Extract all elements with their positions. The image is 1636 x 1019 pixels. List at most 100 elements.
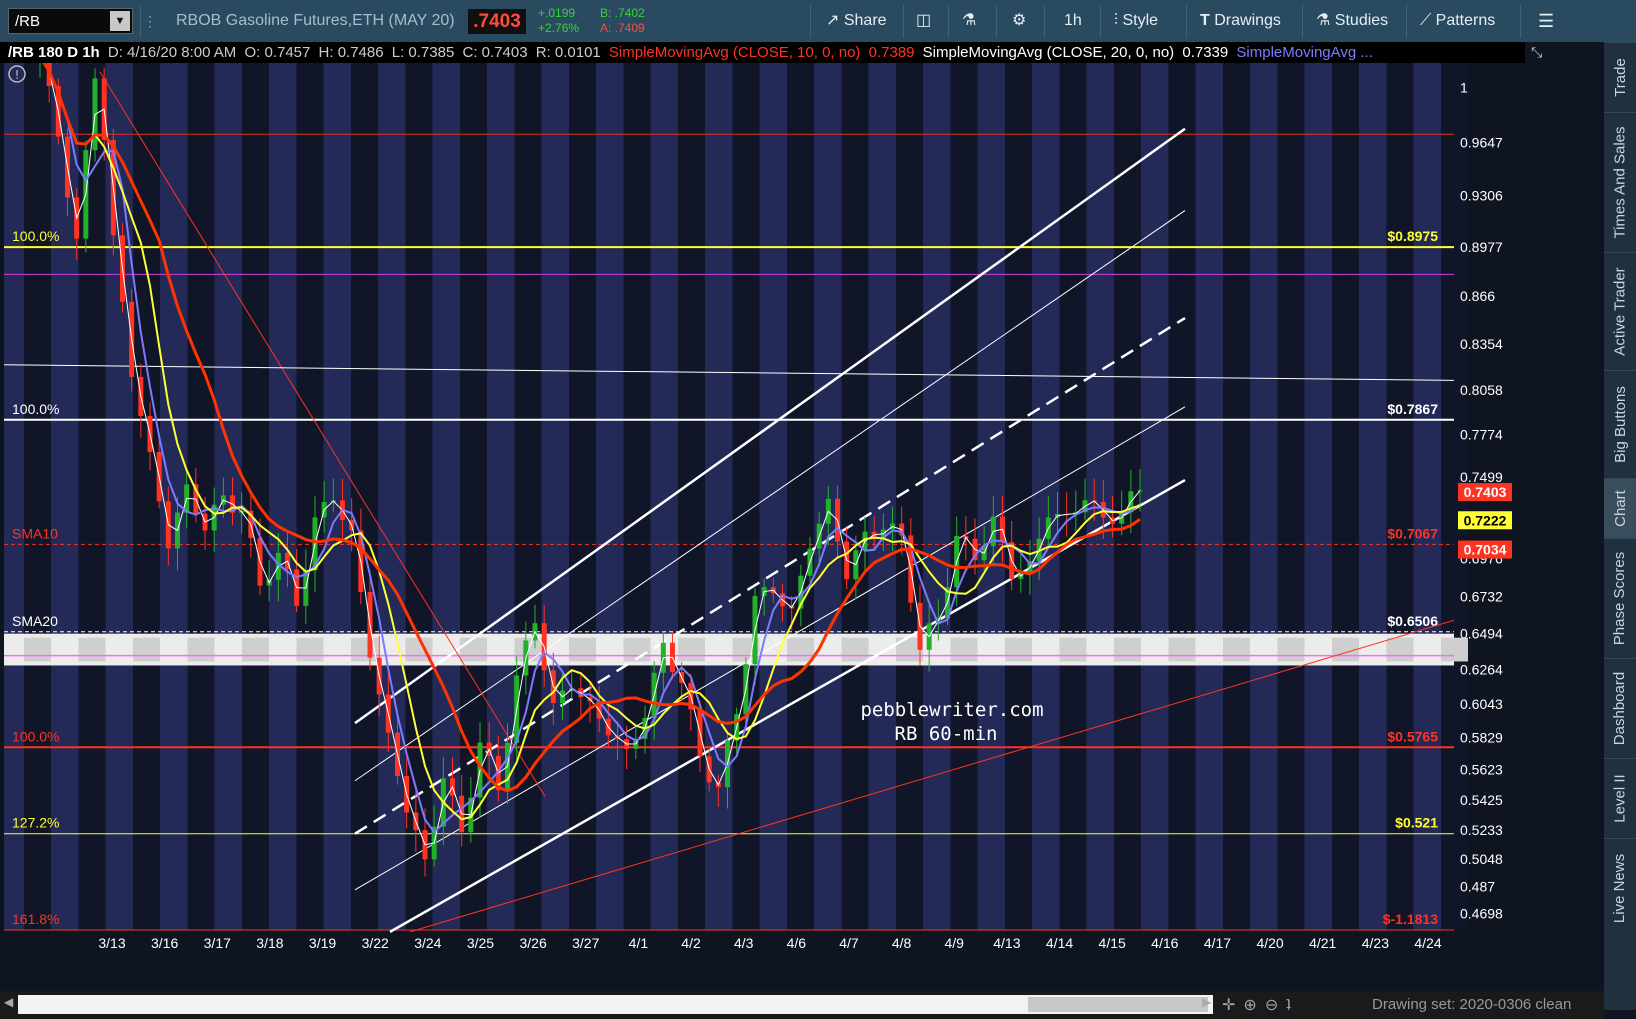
support-band-block: [569, 637, 596, 662]
y-tick-label: 0.8354: [1460, 336, 1503, 352]
session-stripe: [1059, 63, 1087, 930]
sidebar-item-level-ii[interactable]: Level II: [1604, 758, 1636, 838]
drawings-button[interactable]: T Drawings: [1200, 8, 1281, 34]
level-price: $0.5765: [1387, 728, 1438, 744]
x-tick-label: 4/21: [1309, 935, 1336, 951]
level-price: $0.521: [1395, 815, 1438, 831]
symbol-input[interactable]: /RB ▼: [8, 8, 133, 34]
y-tick-label: 1: [1460, 79, 1468, 95]
sidebar-item-live-news[interactable]: Live News: [1604, 838, 1636, 938]
menu-button[interactable]: ☰: [1538, 8, 1554, 34]
studies-label: Studies: [1334, 12, 1389, 29]
sidebar-item-dashboard[interactable]: Dashboard: [1604, 658, 1636, 758]
watermark-line-1: pebblewriter.com: [860, 699, 1043, 721]
support-band: [4, 633, 1468, 666]
sidebar-label: Times And Sales: [1611, 126, 1629, 239]
price-badge-label: 0.7034: [1464, 542, 1507, 558]
toolbar-separator: [903, 4, 904, 38]
svg-text:!: !: [15, 68, 20, 82]
x-tick-label: 3/27: [572, 935, 599, 951]
x-tick-label: 3/17: [204, 935, 231, 951]
top-toolbar: /RB ▼ ⋮ RBOB Gasoline Futures,ETH (MAY 2…: [0, 0, 1636, 43]
sma20-study[interactable]: SimpleMovingAvg (CLOSE, 20, 0, no): [923, 44, 1175, 61]
x-tick-label: 3/26: [519, 935, 546, 951]
collapse-icon: ⤡: [1531, 44, 1543, 60]
settings-button[interactable]: ⚙: [1012, 8, 1026, 34]
x-tick-label: 4/20: [1256, 935, 1283, 951]
toolbar-separator: [948, 4, 949, 38]
x-tick-label: 4/8: [892, 935, 912, 951]
y-tick-label: 0.5425: [1460, 792, 1503, 808]
sidebar-item-phase-scores[interactable]: Phase Scores: [1604, 538, 1636, 658]
sidebar-item-active-trader[interactable]: Active Trader: [1604, 252, 1636, 370]
zoom-controls[interactable]: ✛⊕⊖ʇ: [1222, 995, 1299, 1015]
sidebar-item-big-buttons[interactable]: Big Buttons: [1604, 370, 1636, 478]
y-tick-label: 0.487: [1460, 879, 1495, 895]
candles-icon: ⫶: [1114, 12, 1119, 29]
link-icon[interactable]: ⋮: [143, 8, 157, 34]
toolbar-separator: [1520, 4, 1521, 38]
level-price: $0.6506: [1387, 613, 1438, 629]
support-band-block: [296, 637, 324, 662]
support-band-block: [1059, 637, 1087, 662]
sidebar-item-times-and-sales[interactable]: Times And Sales: [1604, 112, 1636, 252]
support-band-block: [1005, 637, 1032, 662]
sma50-study[interactable]: SimpleMovingAvg ...: [1236, 44, 1372, 61]
scrollbar-thumb[interactable]: [1028, 997, 1208, 1012]
studies-button[interactable]: ⚗ Studies: [1316, 8, 1388, 34]
bar-close: C: 0.7403: [462, 44, 528, 61]
flask-button[interactable]: ⚗: [962, 8, 976, 34]
flask-icon: ⚗: [962, 12, 977, 29]
x-tick-label: 4/3: [734, 935, 754, 951]
y-tick-label: 0.6732: [1460, 589, 1503, 605]
interval-button[interactable]: 1h: [1064, 8, 1082, 34]
ask-value: A: .7409: [600, 21, 645, 35]
camera-icon: ◫: [916, 12, 932, 29]
sidebar-item-trade[interactable]: Trade: [1604, 42, 1636, 112]
collapse-button[interactable]: ⤡: [1525, 42, 1604, 63]
session-stripe: [351, 63, 378, 930]
share-button[interactable]: ↗ Share: [826, 8, 887, 34]
chart-header: /RB 180 D 1h D: 4/16/20 8:00 AM O: 0.745…: [0, 42, 1525, 63]
support-band-block: [1223, 637, 1250, 662]
level-label: 100.0%: [12, 728, 59, 744]
bid-ask: B: .7402 A: .7409: [600, 6, 645, 36]
patterns-button[interactable]: ⟋ Patterns: [1420, 8, 1495, 34]
style-label: Style: [1122, 12, 1159, 29]
support-band-block: [1386, 637, 1414, 662]
support-band-block: [678, 637, 705, 662]
toolbar-separator: [140, 4, 141, 38]
session-stripe: [1168, 63, 1196, 930]
session-stripe: [1005, 63, 1032, 930]
symbol-dropdown-icon[interactable]: ▼: [110, 11, 130, 31]
sidebar-label: Phase Scores: [1611, 551, 1629, 646]
x-tick-label: 3/16: [151, 935, 178, 951]
menu-icon: ☰: [1538, 11, 1555, 31]
session-stripe: [678, 63, 705, 930]
change-value: +.0199: [538, 6, 576, 20]
session-stripe: [24, 63, 51, 930]
support-band-block: [133, 637, 160, 662]
x-tick-label: 4/2: [681, 935, 701, 951]
share-label: Share: [843, 12, 887, 29]
style-button[interactable]: ⫶ Style: [1114, 8, 1158, 34]
x-tick-label: 4/9: [945, 935, 965, 951]
support-band-block: [787, 637, 814, 662]
scroll-right-icon[interactable]: ▶: [1202, 995, 1211, 1009]
x-tick-label: 4/14: [1046, 935, 1073, 951]
bar-open: O: 0.7457: [244, 44, 311, 61]
session-stripe: [950, 63, 978, 930]
level-label: 100.0%: [12, 228, 59, 244]
x-tick-label: 4/7: [839, 935, 859, 951]
scroll-left-icon[interactable]: ◀: [4, 995, 13, 1009]
horizontal-scrollbar[interactable]: [18, 995, 1213, 1014]
x-tick-label: 4/1: [629, 935, 649, 951]
price-chart[interactable]: 100.0% $0.8975 100.0% $0.7867 SMA10 $0.7067 SM…: [0, 63, 1604, 991]
sidebar-item-chart[interactable]: Chart: [1604, 478, 1636, 538]
session-stripe: [296, 63, 324, 930]
last-price: .7403: [468, 9, 526, 34]
sma10-study[interactable]: SimpleMovingAvg (CLOSE, 10, 0, no): [609, 44, 861, 61]
snapshot-button[interactable]: ◫: [916, 8, 931, 34]
y-tick-label: 0.7774: [1460, 426, 1503, 442]
level-price: $-1.1813: [1383, 911, 1438, 927]
